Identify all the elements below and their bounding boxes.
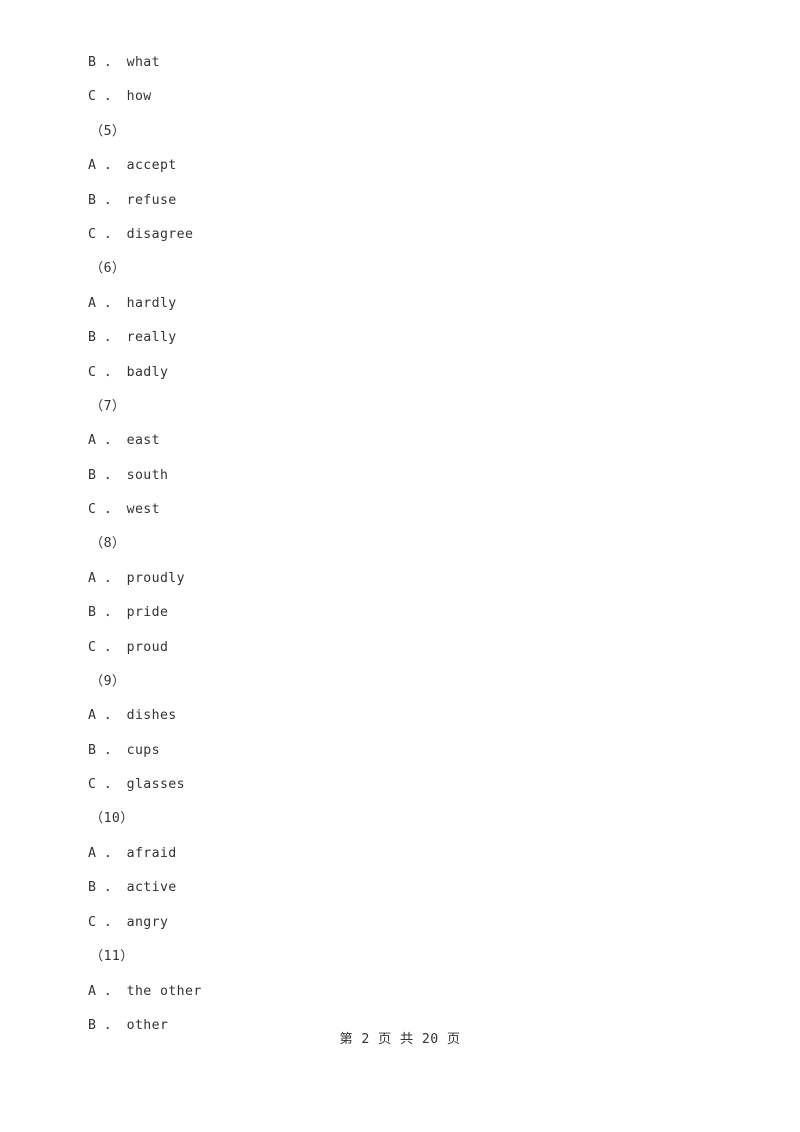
answer-option: C ． how [88, 89, 152, 104]
answer-option: B ． pride [88, 605, 169, 620]
answer-option: A ． the other [88, 984, 202, 999]
question-number: （7） [90, 399, 126, 414]
answer-option: A ． afraid [88, 846, 177, 861]
question-number: （10） [90, 811, 134, 826]
answer-option: B ． what [88, 55, 160, 70]
question-number: （8） [90, 536, 126, 551]
answer-option: B ． south [88, 468, 169, 483]
question-number: （6） [90, 261, 126, 276]
answer-option: A ． hardly [88, 296, 177, 311]
answer-option: C ． disagree [88, 227, 194, 242]
answer-option: C ． angry [88, 915, 169, 930]
answer-option: A ． dishes [88, 708, 177, 723]
answer-option: B ． active [88, 880, 177, 895]
answer-option: A ． proudly [88, 571, 185, 586]
answer-option: B ． refuse [88, 193, 177, 208]
answer-option: A ． accept [88, 158, 177, 173]
answer-option: B ． really [88, 330, 177, 345]
question-number: （5） [90, 124, 126, 139]
answer-option: A ． east [88, 433, 160, 448]
answer-option: C ． proud [88, 640, 169, 655]
answer-option: C ． badly [88, 365, 169, 380]
answer-option: C ． glasses [88, 777, 185, 792]
answer-option: B ． cups [88, 743, 160, 758]
page-footer: 第 2 页 共 20 页 [339, 1032, 461, 1047]
answer-option: C ． west [88, 502, 160, 517]
document-page: B ． what C ． how （5） A ． accept B ． refuse C … [0, 0, 800, 1132]
question-number: （11） [90, 949, 134, 964]
question-number: （9） [90, 674, 126, 689]
